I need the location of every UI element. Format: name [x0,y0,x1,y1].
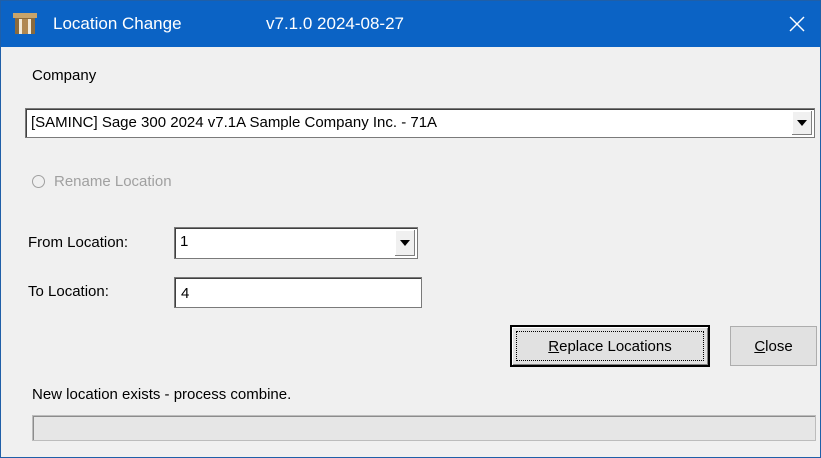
to-location-label: To Location: [28,283,109,300]
company-select[interactable]: [SAMINC] Sage 300 2024 v7.1A Sample Comp… [25,108,815,138]
progress-bar [32,415,816,441]
app-icon [13,13,37,35]
replace-locations-button[interactable]: Replace Locations [510,325,710,367]
version-label: v7.1.0 2024-08-27 [266,14,404,33]
rename-location-option[interactable]: Rename Location [32,173,172,190]
window-title: Location Change [53,14,182,33]
close-window-button[interactable] [780,7,814,41]
from-location-select[interactable]: 1 [174,227,418,259]
location-change-window: Location Change v7.1.0 2024-08-27 Compan… [0,0,821,458]
from-location-value: 1 [180,233,189,250]
close-icon [789,16,805,32]
chevron-down-icon[interactable] [394,230,415,256]
to-location-value: 4 [181,285,190,302]
to-location-input[interactable]: 4 [174,277,422,308]
from-location-label: From Location: [28,234,129,251]
rename-location-radio[interactable] [32,175,45,188]
rename-location-label: Rename Location [54,173,172,190]
replace-locations-label: Replace Locations [548,337,672,355]
company-label: Company [32,67,97,84]
title-bar[interactable]: Location Change v7.1.0 2024-08-27 [1,1,820,47]
chevron-down-icon[interactable] [791,111,812,135]
close-button[interactable]: Close [730,326,817,366]
status-message: New location exists - process combine. [32,386,292,403]
close-button-label: Close [754,337,793,355]
company-select-value: [SAMINC] Sage 300 2024 v7.1A Sample Comp… [31,114,438,131]
